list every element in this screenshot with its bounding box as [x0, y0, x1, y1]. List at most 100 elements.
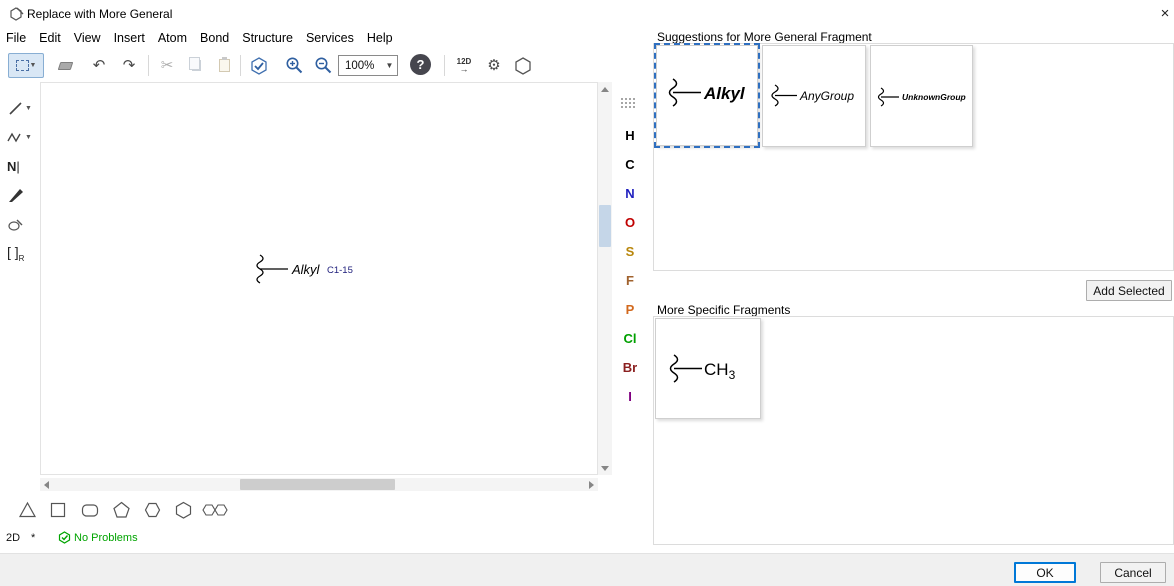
- suggestion-card-unknowngroup[interactable]: UnknownGroup: [870, 45, 973, 147]
- chain-tool-button[interactable]: ▼: [4, 124, 36, 150]
- scroll-down-button[interactable]: [598, 461, 612, 475]
- menu-item-file[interactable]: File: [2, 29, 35, 49]
- rounded-square-template-button[interactable]: [77, 497, 103, 523]
- pentagon-template-button[interactable]: [108, 497, 134, 523]
- chevron-down-icon: ▼: [382, 56, 397, 75]
- ring-template-button[interactable]: [510, 53, 536, 78]
- hexagon-icon: [174, 501, 193, 520]
- undo-icon: ↶: [93, 58, 106, 73]
- fragment-drawing[interactable]: Alkyl C1-15: [248, 252, 378, 288]
- clean-2d-icon: 12D →: [457, 58, 472, 74]
- scroll-left-icon: [44, 481, 49, 489]
- menu-bar: File Edit View Insert Atom Bond Structur…: [2, 29, 402, 49]
- element-item-C[interactable]: C: [618, 157, 642, 172]
- cut-button[interactable]: ✂: [154, 53, 180, 78]
- menu-item-structure[interactable]: Structure: [238, 29, 302, 49]
- card-formula: CH3: [704, 360, 736, 382]
- select-tool-button[interactable]: ▼: [8, 53, 44, 78]
- menu-item-insert[interactable]: Insert: [110, 29, 154, 49]
- scroll-down-icon: [601, 466, 609, 471]
- periodic-table-button[interactable]: [620, 96, 636, 114]
- square-template-button[interactable]: [45, 497, 71, 523]
- app-window: Replace with More General × File Edit Vi…: [0, 0, 1174, 586]
- scroll-up-button[interactable]: [598, 82, 612, 96]
- specific-card-ch3[interactable]: CH3: [655, 318, 761, 419]
- rgroup-bracket-button[interactable]: [ ]R: [4, 240, 36, 266]
- eraser-icon: [57, 62, 73, 70]
- paste-button[interactable]: [211, 53, 237, 78]
- triangle-template-button[interactable]: [14, 497, 40, 523]
- toolbar-separator: [240, 55, 241, 76]
- ok-button[interactable]: OK: [1014, 562, 1076, 583]
- h-scroll-thumb[interactable]: [240, 479, 395, 490]
- clean-structure-button[interactable]: 12D →: [451, 53, 477, 78]
- horizontal-scrollbar[interactable]: [40, 478, 598, 491]
- zoom-level-select[interactable]: 100% ▼: [338, 55, 398, 76]
- fragment-range-label: C1-15: [327, 265, 353, 276]
- element-item-P[interactable]: P: [618, 302, 642, 317]
- bond-icon: [7, 100, 24, 117]
- check-structure-button[interactable]: [246, 53, 272, 78]
- chevron-down-icon: ▼: [25, 134, 32, 141]
- element-item-I[interactable]: I: [618, 389, 642, 404]
- title-bar: Replace with More General ×: [0, 0, 1174, 27]
- check-structure-icon: [249, 56, 269, 76]
- menu-item-services[interactable]: Services: [302, 29, 363, 49]
- element-item-N[interactable]: N: [618, 186, 642, 201]
- eraser-button[interactable]: [52, 53, 78, 78]
- zoom-in-button[interactable]: [281, 53, 307, 78]
- wedge-bond-icon: [7, 187, 25, 204]
- menu-item-help[interactable]: Help: [363, 29, 402, 49]
- help-button[interactable]: ?: [410, 54, 431, 75]
- suggestion-card-anygroup[interactable]: AnyGroup: [762, 45, 866, 147]
- element-item-Br[interactable]: Br: [618, 360, 642, 375]
- scissors-icon: ✂: [161, 58, 174, 73]
- element-item-O[interactable]: O: [618, 215, 642, 230]
- element-item-Cl[interactable]: Cl: [618, 331, 642, 346]
- scroll-left-button[interactable]: [40, 478, 53, 491]
- square-icon: [49, 501, 67, 519]
- scroll-right-icon: [589, 481, 594, 489]
- wedge-tool-button[interactable]: [4, 182, 36, 208]
- menu-item-view[interactable]: View: [70, 29, 110, 49]
- menu-item-bond[interactable]: Bond: [196, 29, 238, 49]
- fused-rings-template-button[interactable]: [199, 497, 231, 523]
- close-icon[interactable]: ×: [1156, 5, 1174, 22]
- redo-icon: ↷: [123, 58, 136, 73]
- bond-tool-button[interactable]: ▼: [4, 95, 36, 121]
- vertical-scrollbar[interactable]: [598, 82, 612, 475]
- copy-button[interactable]: [183, 53, 209, 78]
- suggestion-card-alkyl[interactable]: Alkyl: [656, 45, 758, 146]
- redo-button[interactable]: ↷: [116, 53, 142, 78]
- undo-button[interactable]: ↶: [86, 53, 112, 78]
- pentagon-icon: [112, 501, 131, 519]
- chain-icon: [7, 130, 24, 145]
- zoom-out-button[interactable]: [310, 53, 336, 78]
- card-label: AnyGroup: [799, 89, 854, 103]
- dialog-button-bar: [0, 553, 1174, 586]
- cancel-button[interactable]: Cancel: [1100, 562, 1166, 583]
- paste-icon: [219, 59, 230, 72]
- add-selected-button[interactable]: Add Selected: [1086, 280, 1172, 301]
- hexagon-template-button[interactable]: [139, 497, 165, 523]
- element-item-H[interactable]: H: [618, 128, 642, 143]
- lasso-tool-button[interactable]: [4, 211, 36, 237]
- specific-panel: CH3: [653, 316, 1174, 545]
- fragment-label: Alkyl: [291, 262, 321, 277]
- suggestions-panel: Alkyl AnyGroup UnknownGroup: [653, 43, 1174, 271]
- element-item-F[interactable]: F: [618, 273, 642, 288]
- triangle-icon: [18, 501, 37, 519]
- menu-item-edit[interactable]: Edit: [35, 29, 70, 49]
- element-item-S[interactable]: S: [618, 244, 642, 259]
- v-scroll-thumb[interactable]: [599, 205, 611, 247]
- settings-button[interactable]: ⚙: [481, 53, 507, 78]
- app-icon: [8, 6, 24, 22]
- menu-item-atom[interactable]: Atom: [154, 29, 196, 49]
- text-tool-button[interactable]: N|: [4, 153, 36, 179]
- chevron-down-icon: ▼: [25, 105, 32, 112]
- lasso-icon: [7, 216, 25, 232]
- scroll-right-button[interactable]: [585, 478, 598, 491]
- hexagon2-template-button[interactable]: [170, 497, 196, 523]
- toolbar-separator: [444, 55, 445, 76]
- copy-icon: [192, 60, 201, 71]
